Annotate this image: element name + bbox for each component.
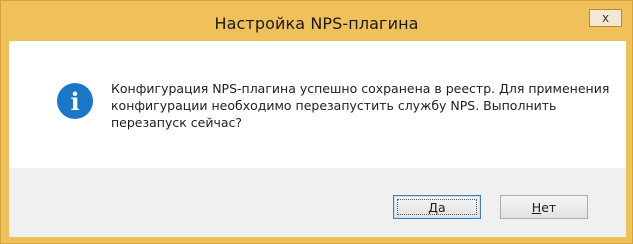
no-button-label: Нет xyxy=(532,200,556,215)
dialog-message: Конфигурация NPS-плагина успешно сохране… xyxy=(111,81,610,130)
dialog-content: i Конфигурация NPS-плагина успешно сохра… xyxy=(9,41,626,168)
yes-label-rest: а xyxy=(438,199,446,215)
no-button[interactable]: Нет xyxy=(500,195,588,219)
title-bar[interactable]: Настройка NPS-плагина x xyxy=(1,1,632,41)
dialog-title: Настройка NPS-плагина xyxy=(214,13,419,33)
no-label-rest: ет xyxy=(541,199,557,215)
yes-button-label: Да xyxy=(428,200,445,215)
yes-button[interactable]: Да xyxy=(393,195,481,219)
close-button[interactable]: x xyxy=(589,9,622,27)
dialog-footer: Да Нет xyxy=(9,168,626,237)
yes-mnemonic: Д xyxy=(428,199,439,215)
no-mnemonic: Н xyxy=(531,199,542,215)
close-icon: x xyxy=(601,11,610,25)
info-icon: i xyxy=(57,83,93,119)
dialog-window: Настройка NPS-плагина x i Конфигурация N… xyxy=(0,0,633,244)
